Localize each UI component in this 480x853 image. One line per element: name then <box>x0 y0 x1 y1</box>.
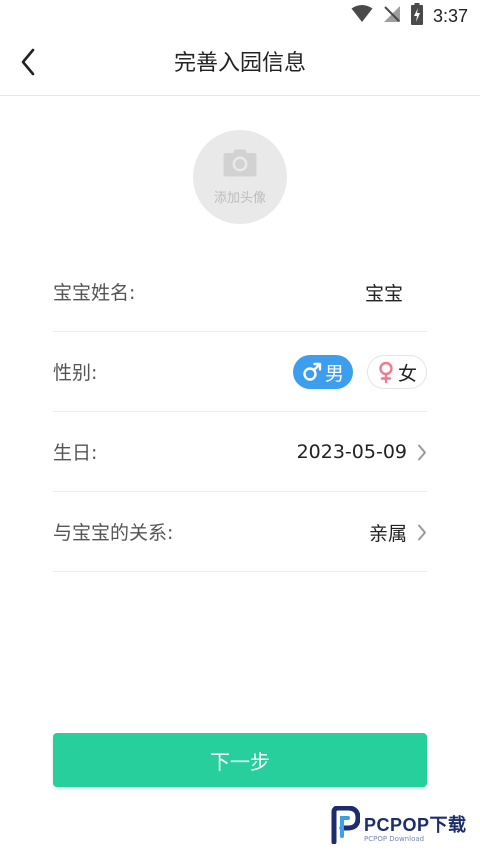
pcpop-logo-icon <box>330 805 361 848</box>
wifi-icon <box>351 5 373 27</box>
gender-row: 性别: 男 女 <box>53 332 427 412</box>
chevron-right-icon <box>417 524 427 541</box>
gender-male-label: 男 <box>324 362 344 385</box>
gender-label: 性别: <box>53 362 98 384</box>
next-step-button[interactable]: 下一步 <box>53 733 427 787</box>
relation-value: 亲属 <box>368 522 407 545</box>
status-icons: 3:37 <box>351 3 468 29</box>
birthday-row[interactable]: 生日: 2023-05-09 <box>53 412 427 492</box>
relation-label: 与宝宝的关系: <box>53 522 174 544</box>
camera-icon <box>223 149 257 181</box>
female-symbol-icon <box>377 361 395 383</box>
gender-male-option[interactable]: 男 <box>292 355 353 389</box>
watermark-main: PCPOP下载 <box>364 815 467 835</box>
add-avatar-button[interactable]: 添加头像 <box>193 130 287 224</box>
info-form: 宝宝姓名: 宝宝 性别: 男 女 生日: 2023-05-09 与宝宝的关系: … <box>53 252 427 572</box>
battery-charging-icon <box>410 3 423 29</box>
pcpop-watermark: PCPOP下载 PCPOP Download <box>330 805 467 848</box>
birthday-value: 2023-05-09 <box>296 441 407 463</box>
gender-female-option[interactable]: 女 <box>366 355 427 389</box>
avatar-label: 添加头像 <box>213 190 266 206</box>
status-bar: 3:37 <box>0 0 480 32</box>
name-value[interactable]: 宝宝 <box>365 279 403 306</box>
relation-row[interactable]: 与宝宝的关系: 亲属 <box>53 492 427 572</box>
male-symbol-icon <box>302 362 322 382</box>
page-title: 完善入园信息 <box>173 51 306 76</box>
chevron-right-icon <box>417 444 427 461</box>
name-label: 宝宝姓名: <box>53 282 136 304</box>
gender-female-label: 女 <box>397 362 417 385</box>
watermark-sub: PCPOP Download <box>364 835 425 843</box>
name-row[interactable]: 宝宝姓名: 宝宝 <box>53 252 427 332</box>
birthday-label: 生日: <box>53 442 98 464</box>
no-signal-icon <box>383 5 401 27</box>
status-time: 3:37 <box>432 5 468 26</box>
app-bar: 完善入园信息 <box>0 32 480 96</box>
